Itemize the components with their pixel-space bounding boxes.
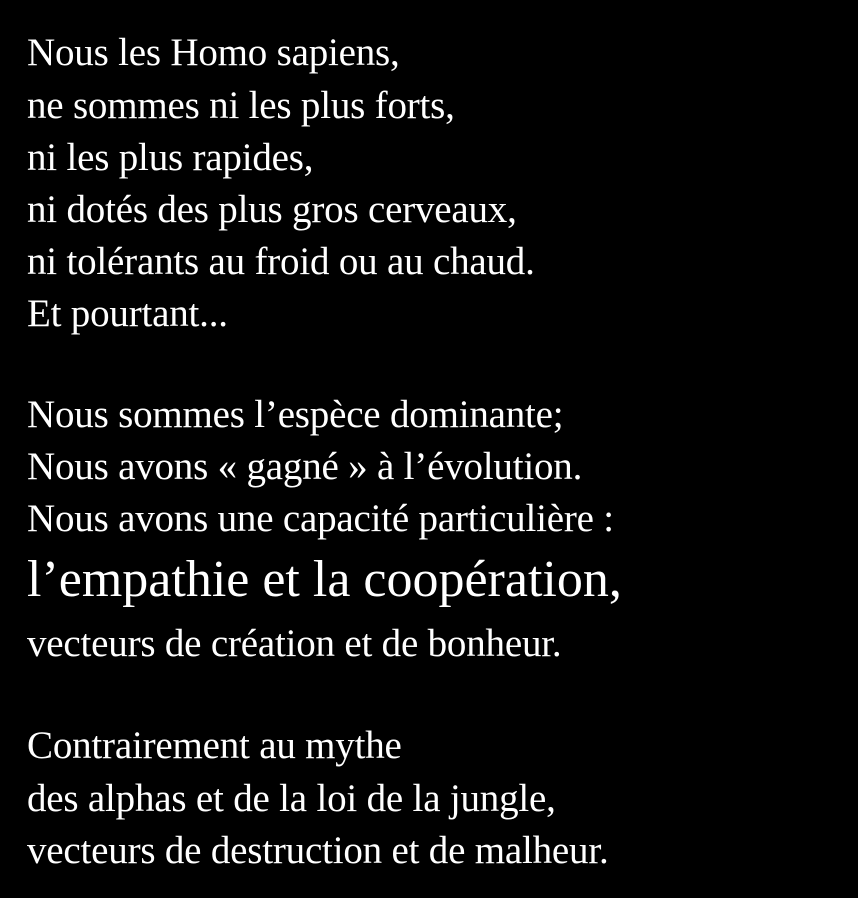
stanza-3-line-2: des alphas et de la loi de la jungle, [27, 777, 556, 820]
stanza-1-line-6: Et pourtant... [27, 292, 228, 335]
stanza-1-line-1: Nous les Homo sapiens, [27, 31, 400, 74]
stanza-2-line-5: vecteurs de création et de bonheur. [27, 622, 562, 665]
stanza-3-line-1: Contrairement au mythe [27, 724, 402, 767]
stanza-1-line-2: ne sommes ni les plus forts, [27, 84, 455, 127]
text-page: Nous les Homo sapiens, ne sommes ni les … [0, 0, 858, 898]
stanza-2-line-1: Nous sommes l’espèce dominante; [27, 393, 564, 436]
stanza-2-line-2: Nous avons « gagné » à l’évolution. [27, 445, 583, 488]
stanza-2-line-3: Nous avons une capacité particulière : [27, 497, 614, 540]
emphasis-line: l’empathie et la coopération, [27, 551, 622, 608]
stanza-1-line-5: ni tolérants au froid ou au chaud. [27, 240, 535, 283]
stanza-1-line-4: ni dotés des plus gros cerveaux, [27, 188, 517, 231]
stanza-1-line-3: ni les plus rapides, [27, 136, 314, 179]
stanza-3-line-3: vecteurs de destruction et de malheur. [27, 829, 609, 872]
